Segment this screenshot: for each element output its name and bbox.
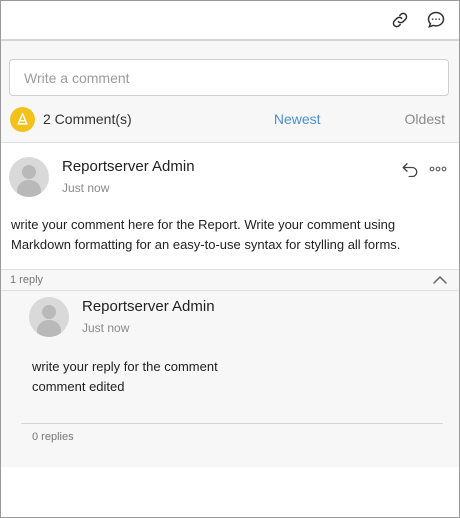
comments-content: 2 Comment(s) Newest Oldest Reportserver … [1, 41, 459, 467]
reply-meta: Reportserver Admin Just now [82, 297, 443, 335]
chevron-up-icon[interactable] [433, 271, 447, 289]
reply-body-line: comment edited [32, 379, 125, 394]
comment-header: Reportserver Admin Just now [9, 157, 447, 197]
avatar [9, 157, 49, 197]
comment-input-wrapper [1, 41, 459, 96]
comment-actions [401, 157, 447, 177]
link-icon[interactable] [389, 9, 411, 31]
reply-body: write your reply for the comment comment… [29, 357, 443, 397]
sort-oldest-button[interactable]: Oldest [405, 111, 445, 127]
comment-item: Reportserver Admin Just now write your c… [1, 143, 459, 270]
comment-author: Reportserver Admin [62, 158, 195, 175]
reply-toggle-bar[interactable]: 1 reply [1, 270, 459, 291]
comment-time: Just now [62, 181, 110, 195]
reply-count: 1 reply [10, 274, 44, 286]
nested-reply-count[interactable]: 0 replies [32, 431, 74, 443]
more-options-icon[interactable] [429, 166, 447, 172]
comments-panel: 2 Comment(s) Newest Oldest Reportserver … [0, 0, 460, 518]
panel-toolbar [1, 1, 459, 41]
comments-summary-bar: 2 Comment(s) Newest Oldest [1, 96, 459, 143]
reply-body-line: write your reply for the comment [32, 359, 218, 374]
reply-icon[interactable] [401, 161, 419, 177]
comment-count: 2 Comment(s) [43, 111, 132, 127]
reply-footer: 0 replies [21, 423, 443, 444]
avatar [29, 297, 69, 337]
comment-body: write your comment here for the Report. … [11, 217, 401, 252]
comment-input[interactable] [9, 59, 449, 96]
reply-section: Reportserver Admin Just now write your r… [1, 291, 459, 444]
reply-time: Just now [82, 321, 130, 335]
comment-meta: Reportserver Admin Just now [62, 157, 401, 195]
sort-newest-button[interactable]: Newest [274, 111, 321, 127]
comment-card: Reportserver Admin Just now write your c… [1, 143, 459, 270]
reply-author: Reportserver Admin [82, 298, 215, 315]
reply-header: Reportserver Admin Just now [29, 297, 443, 337]
alert-bell-icon [10, 106, 35, 132]
chat-bubble-icon[interactable] [425, 9, 447, 31]
reply-item: Reportserver Admin Just now write your r… [21, 291, 443, 397]
